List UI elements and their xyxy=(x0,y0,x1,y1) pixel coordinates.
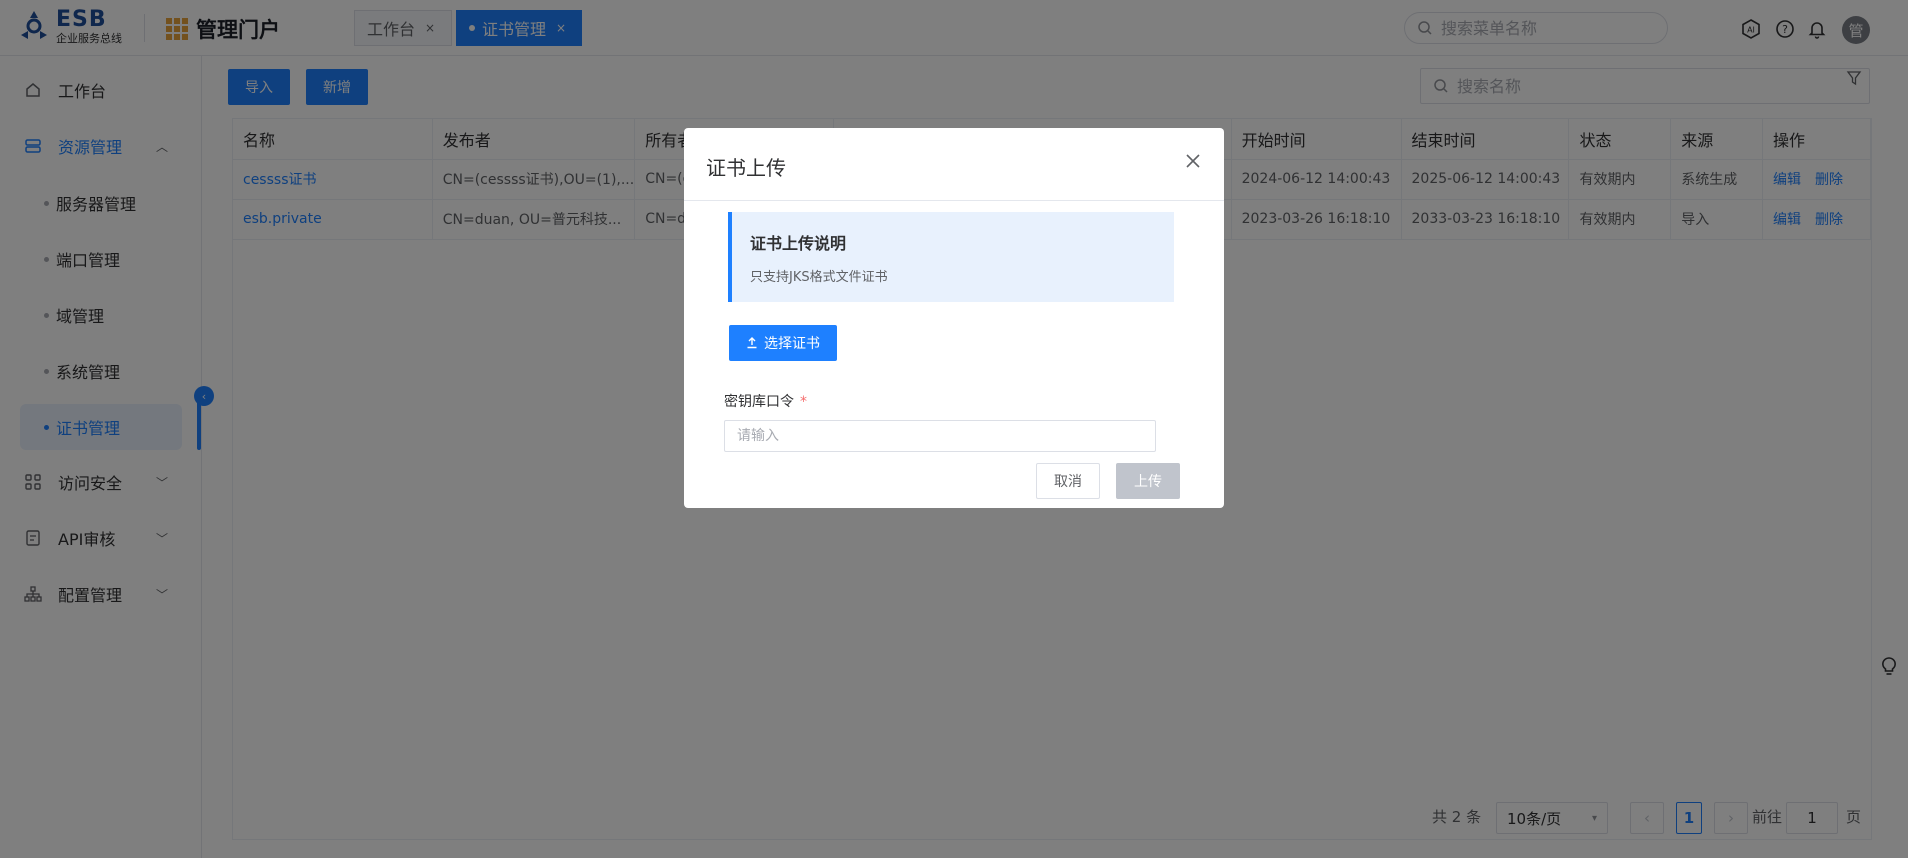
notice-title: 证书上传说明 xyxy=(750,234,847,253)
required-mark: * xyxy=(800,394,807,410)
choose-certificate-button[interactable]: 选择证书 xyxy=(729,325,837,361)
close-icon[interactable] xyxy=(1182,150,1204,172)
upload-button[interactable]: 上传 xyxy=(1116,463,1180,499)
keystore-password-input[interactable] xyxy=(724,420,1156,452)
dialog-title: 证书上传 xyxy=(706,156,786,180)
upload-icon xyxy=(747,337,757,349)
upload-notice: 证书上传说明 只支持JKS格式文件证书 xyxy=(728,212,1174,302)
choose-certificate-label: 选择证书 xyxy=(764,336,820,352)
dialog-header-divider xyxy=(684,200,1224,201)
certificate-upload-dialog: 证书上传 证书上传说明 只支持JKS格式文件证书 选择证书 密钥库口令* 取消 … xyxy=(684,128,1224,508)
keystore-password-label-text: 密钥库口令 xyxy=(724,394,794,410)
notice-description: 只支持JKS格式文件证书 xyxy=(750,270,888,285)
cancel-button[interactable]: 取消 xyxy=(1036,463,1100,499)
keystore-password-label: 密钥库口令 * xyxy=(724,391,807,411)
